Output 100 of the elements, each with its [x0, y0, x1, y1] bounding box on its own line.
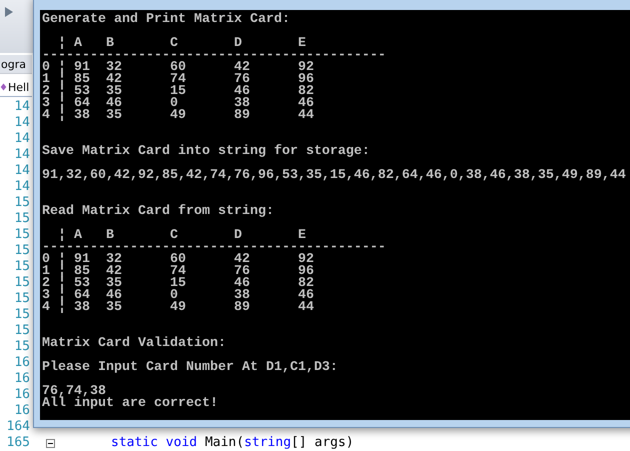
console-line: Matrix Card Validation:	[42, 338, 227, 350]
console-line: 91,32,60,42,92,85,42,74,76,96,53,35,15,46,82,64,46,0,38,46,38,35,49,89,44	[42, 170, 627, 182]
table-cell: 42	[234, 254, 250, 266]
dashed-rule: -------------------------------------------	[42, 242, 387, 254]
table-cell: 96	[298, 266, 314, 278]
row-label: 2	[42, 86, 50, 98]
line-number: 15	[13, 275, 30, 291]
table-cell: 46	[298, 290, 314, 302]
column-header: E	[298, 230, 306, 242]
table-cell: 35	[106, 110, 122, 122]
table-cell: 96	[298, 74, 314, 86]
console-line: Save Matrix Card into string for storage:	[42, 146, 371, 158]
table-cell: 91	[74, 254, 90, 266]
table-cell: 42	[234, 62, 250, 74]
table-cell: 85	[74, 266, 90, 278]
column-separator: ¦	[58, 74, 66, 86]
line-number: 16	[13, 387, 30, 403]
table-cell: 38	[74, 110, 90, 122]
column-header: C	[170, 38, 178, 50]
table-cell: 76	[234, 266, 250, 278]
row-label: 3	[42, 98, 50, 110]
console-line: 76,74,38	[42, 386, 106, 398]
collapse-icon[interactable]	[46, 438, 55, 448]
table-cell: 92	[298, 254, 314, 266]
table-cell: 64	[74, 290, 90, 302]
table-cell: 42	[106, 74, 122, 86]
column-separator: ¦	[58, 254, 66, 266]
column-header: A	[74, 38, 82, 50]
column-header: D	[234, 38, 242, 50]
column-separator: ¦	[58, 38, 66, 50]
table-cell: 35	[106, 278, 122, 290]
line-number: 14	[13, 179, 30, 195]
table-cell: 32	[106, 62, 122, 74]
table-cell: 89	[234, 110, 250, 122]
row-label: 4	[42, 302, 50, 314]
row-label: 4	[42, 110, 50, 122]
line-number: 165	[6, 435, 30, 451]
console-line: Read Matrix Card from string:	[42, 206, 275, 218]
column-separator: ¦	[58, 278, 66, 290]
line-number: 14	[13, 147, 30, 163]
line-number: 15	[13, 211, 30, 227]
column-header: B	[106, 230, 114, 242]
table-cell: 32	[106, 254, 122, 266]
table-cell: 89	[234, 302, 250, 314]
table-cell: 35	[106, 86, 122, 98]
table-cell: 38	[234, 98, 250, 110]
line-number: 14	[13, 115, 30, 131]
line-number: 14	[13, 163, 30, 179]
class-icon	[0, 82, 7, 92]
table-cell: 46	[106, 98, 122, 110]
line-number: 14	[13, 99, 30, 115]
column-separator: ¦	[58, 290, 66, 302]
line-number: 16	[13, 403, 30, 419]
code-line: static void Main(string[] args)	[111, 435, 354, 451]
row-label: 1	[42, 74, 50, 86]
line-number: 15	[13, 291, 30, 307]
table-cell: 44	[298, 110, 314, 122]
table-cell: 46	[298, 98, 314, 110]
row-label: 1	[42, 266, 50, 278]
line-number: 15	[13, 259, 30, 275]
line-number: 16	[13, 355, 30, 371]
console-line: All input are correct!	[42, 398, 219, 410]
table-cell: 82	[298, 278, 314, 290]
table-cell: 49	[170, 110, 186, 122]
table-cell: 49	[170, 302, 186, 314]
table-cell: 44	[298, 302, 314, 314]
table-cell: 46	[234, 278, 250, 290]
line-number: 15	[13, 339, 30, 355]
column-separator: ¦	[58, 266, 66, 278]
row-label: 0	[42, 62, 50, 74]
table-cell: 92	[298, 62, 314, 74]
column-separator: ¦	[58, 110, 66, 122]
console-line: Generate and Print Matrix Card:	[42, 14, 291, 26]
line-number: 15	[13, 307, 30, 323]
table-cell: 15	[170, 278, 186, 290]
table-cell: 74	[170, 74, 186, 86]
table-cell: 60	[170, 62, 186, 74]
line-number: 14	[13, 131, 30, 147]
table-cell: 0	[170, 290, 178, 302]
column-header: B	[106, 38, 114, 50]
line-number: 164	[6, 419, 30, 435]
table-cell: 46	[234, 86, 250, 98]
line-number: 15	[13, 195, 30, 211]
table-cell: 60	[170, 254, 186, 266]
table-cell: 53	[74, 86, 90, 98]
table-cell: 38	[234, 290, 250, 302]
file-tab[interactable]: ogra	[0, 55, 32, 74]
table-cell: 53	[74, 278, 90, 290]
column-separator: ¦	[58, 98, 66, 110]
table-cell: 74	[170, 266, 186, 278]
line-number: 16	[13, 371, 30, 387]
column-header: C	[170, 230, 178, 242]
dashed-rule: -------------------------------------------	[42, 50, 387, 62]
column-separator: ¦	[58, 62, 66, 74]
line-number: 15	[13, 243, 30, 259]
console-line: Please Input Card Number At D1,C1,D3:	[42, 362, 339, 374]
table-cell: 76	[234, 74, 250, 86]
row-label: 0	[42, 254, 50, 266]
play-icon[interactable]	[4, 6, 14, 18]
table-cell: 42	[106, 266, 122, 278]
